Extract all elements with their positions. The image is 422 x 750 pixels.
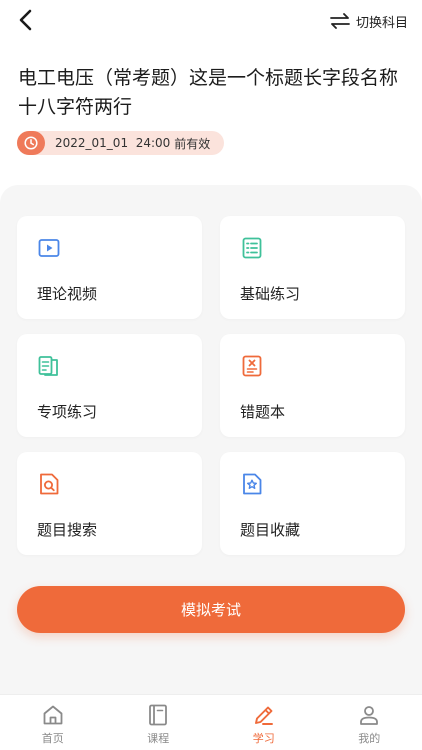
wrong-doc-icon xyxy=(242,355,262,377)
search-doc-icon xyxy=(40,473,59,495)
star-doc-icon xyxy=(243,473,262,495)
card-question-favorites[interactable]: 题目收藏 xyxy=(220,452,405,555)
tab-label: 学习 xyxy=(252,732,275,745)
header-bar: 切换科目 xyxy=(0,0,422,44)
back-button[interactable] xyxy=(12,6,40,34)
switch-subject-label: 切换科目 xyxy=(355,15,408,31)
tab-label: 我的 xyxy=(358,732,381,745)
tab-courses[interactable]: 课程 xyxy=(106,695,212,750)
tab-label: 课程 xyxy=(147,732,170,745)
tab-home[interactable]: 首页 xyxy=(0,695,106,750)
card-question-search[interactable]: 题目搜索 xyxy=(17,452,202,555)
mock-exam-button[interactable]: 模拟考试 xyxy=(17,586,405,633)
pencil-icon xyxy=(254,706,273,725)
page-title: 电工电压（常考题）这是一个标题长字段名称十八字符两行 xyxy=(18,67,399,118)
swap-arrows-icon xyxy=(330,13,350,29)
card-basic-practice[interactable]: 基础练习 xyxy=(220,216,405,319)
card-label: 专项练习 xyxy=(37,403,98,421)
card-special-practice[interactable]: 专项练习 xyxy=(17,334,202,437)
tab-profile[interactable]: 我的 xyxy=(317,695,422,750)
card-label: 理论视频 xyxy=(37,285,98,303)
chevron-left-icon xyxy=(19,9,32,31)
video-play-icon xyxy=(38,239,60,257)
validity-suffix: 前有效 xyxy=(174,136,211,151)
bottom-tab-bar: 首页 课程 学习 我的 xyxy=(0,694,422,750)
validity-badge: 2022_01_01 24:00 前有效 xyxy=(17,131,225,155)
course-book-icon xyxy=(149,704,168,726)
card-wrong-questions[interactable]: 错题本 xyxy=(220,334,405,437)
card-label: 题目搜索 xyxy=(37,521,98,539)
book-doc-icon xyxy=(38,356,58,376)
tab-label: 首页 xyxy=(41,732,64,745)
list-doc-icon xyxy=(242,237,262,259)
clock-icon xyxy=(17,131,45,155)
card-theory-video[interactable]: 理论视频 xyxy=(17,216,202,319)
card-label: 错题本 xyxy=(240,403,286,421)
home-icon xyxy=(43,705,63,725)
validity-date: 2022_01_01 24:00 xyxy=(55,136,171,150)
card-label: 题目收藏 xyxy=(240,521,301,539)
card-label: 基础练习 xyxy=(240,285,301,303)
switch-subject-button[interactable]: 切换科目 xyxy=(330,10,408,32)
user-icon xyxy=(360,706,379,725)
tab-study[interactable]: 学习 xyxy=(211,695,317,750)
